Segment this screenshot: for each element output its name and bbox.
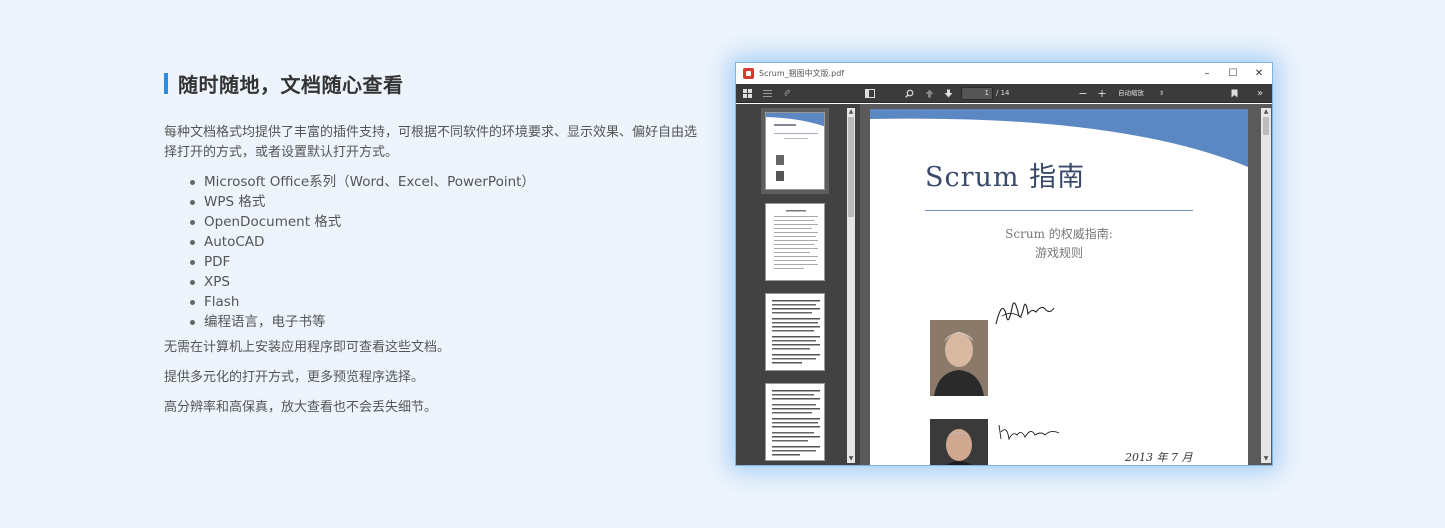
document-date: 2013 年 7 月 (1125, 451, 1193, 464)
format-item: XPS (190, 272, 704, 292)
sidebar-toggle-icon[interactable] (863, 84, 877, 103)
page-thumbnail-1[interactable] (761, 108, 829, 194)
pdf-viewer-window: Scrum_捆图中文版.pdf – ☐ ✕ 1 / 14 − + 自动缩放 ⇕ … (735, 62, 1273, 466)
arrow-up-icon[interactable] (922, 84, 936, 103)
author-photo (930, 320, 988, 396)
feature-paragraph: 高分辨率和高保真，放大查看也不会丢失细节。 (164, 400, 438, 415)
feature-paragraph: 提供多元化的打开方式，更多预览程序选择。 (164, 370, 425, 385)
double-chevron-icon[interactable]: » (1252, 84, 1268, 103)
grid-icon[interactable] (740, 84, 754, 103)
window-title: Scrum_捆图中文版.pdf (759, 69, 845, 78)
zoom-select[interactable]: 自动缩放 ⇕ (1116, 87, 1166, 100)
page-thumbnail-4[interactable] (765, 383, 825, 461)
format-item: Flash (190, 292, 704, 312)
section-title: 随时随地，文档随心查看 (178, 72, 404, 97)
page-total: / 14 (996, 89, 1010, 97)
section-intro: 每种文档格式均提供了丰富的插件支持，可根据不同软件的环境要求、显示效果、偏好自由… (164, 125, 698, 160)
section-heading: 随时随地，文档随心查看 (164, 70, 704, 97)
close-button[interactable]: ✕ (1246, 63, 1272, 84)
document-scrollbar[interactable]: ▲ ▼ (1261, 108, 1271, 463)
document-title: Scrum 指南 (925, 162, 1086, 193)
search-icon[interactable] (902, 84, 916, 103)
maximize-button[interactable]: ☐ (1220, 63, 1246, 84)
window-titlebar: Scrum_捆图中文版.pdf – ☐ ✕ (736, 63, 1272, 84)
page-thumbnail-3[interactable] (765, 293, 825, 371)
zoom-in-button[interactable]: + (1095, 84, 1109, 103)
signature-image-2 (998, 424, 1060, 441)
scroll-down-icon[interactable]: ▼ (847, 455, 855, 463)
pdf-app-icon (743, 68, 754, 79)
chevron-updown-icon: ⇕ (1158, 90, 1164, 97)
format-item: WPS 格式 (190, 192, 704, 212)
zoom-out-button[interactable]: − (1076, 84, 1090, 103)
minimize-button[interactable]: – (1194, 63, 1220, 84)
page-thumbnail-2[interactable] (765, 203, 825, 281)
window-controls: – ☐ ✕ (1194, 63, 1272, 84)
document-subtitle: Scrum 的权威指南: (1005, 227, 1113, 241)
format-item: AutoCAD (190, 232, 704, 252)
document-subtitle-2: 游戏规则 (1034, 246, 1083, 260)
thumbnail-scroll-thumb[interactable] (848, 117, 854, 217)
title-divider (925, 210, 1193, 211)
zoom-value: 自动缩放 (1118, 89, 1144, 97)
format-item: PDF (190, 252, 704, 272)
heading-accent-bar (164, 72, 168, 94)
format-item: Microsoft Office系列（Word、Excel、PowerPoint… (190, 172, 704, 192)
scroll-up-icon[interactable]: ▲ (1261, 108, 1271, 116)
format-item: OpenDocument 格式 (190, 212, 704, 232)
scroll-up-icon[interactable]: ▲ (847, 108, 855, 116)
format-item: 编程语言，电子书等 (190, 312, 704, 332)
viewer-body: ▲ ▼ Scrum 指南 Scrum 的权威指南: 游戏规则 2013 年 7 … (736, 104, 1272, 465)
page-number-input[interactable]: 1 (961, 87, 993, 100)
scroll-down-icon[interactable]: ▼ (1261, 455, 1271, 463)
author-photo-2 (930, 419, 988, 465)
thumbnail-sidebar: ▲ ▼ (736, 104, 860, 465)
format-list: Microsoft Office系列（Word、Excel、PowerPoint… (164, 172, 704, 332)
viewer-toolbar: 1 / 14 − + 自动缩放 ⇕ » (736, 84, 1272, 103)
thumbnail-scrollbar[interactable]: ▲ ▼ (847, 108, 855, 463)
document-viewer: Scrum 指南 Scrum 的权威指南: 游戏规则 2013 年 7 月 ▲ … (860, 104, 1272, 465)
signature-image (995, 302, 1055, 325)
bookmark-icon[interactable] (1227, 84, 1241, 103)
feature-section: 随时随地，文档随心查看 每种文档格式均提供了丰富的插件支持，可根据不同软件的环境… (164, 70, 704, 418)
feature-paragraph: 无需在计算机上安装应用程序即可查看这些文档。 (164, 340, 451, 355)
list-icon[interactable] (760, 84, 774, 103)
document-scroll-thumb[interactable] (1263, 117, 1269, 135)
document-page: Scrum 指南 Scrum 的权威指南: 游戏规则 2013 年 7 月 (870, 109, 1248, 465)
arrow-down-icon[interactable] (941, 84, 955, 103)
paperclip-icon[interactable] (780, 84, 794, 103)
